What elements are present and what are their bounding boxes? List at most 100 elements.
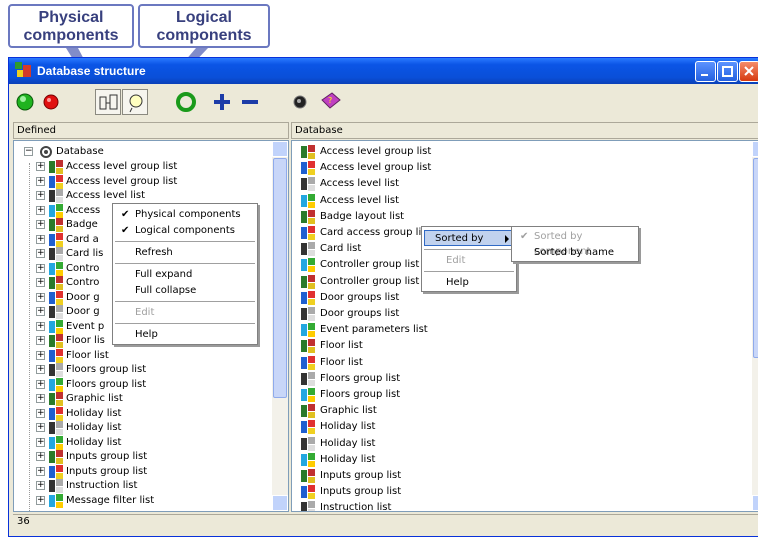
- list-item[interactable]: Door groups list: [292, 306, 752, 322]
- database-list-pane[interactable]: Access level group list Access level grou…: [291, 140, 758, 512]
- list-item[interactable]: Access level group list: [292, 160, 752, 176]
- expand-toggle[interactable]: +: [36, 481, 45, 490]
- list-item[interactable]: Graphic list: [292, 403, 752, 419]
- record-button[interactable]: [287, 89, 313, 115]
- help-book-button[interactable]: ?: [317, 89, 343, 115]
- callout-physical-components: Physical components: [8, 4, 134, 48]
- list-item[interactable]: Floors group list: [292, 371, 752, 387]
- list-item[interactable]: Inputs group list: [292, 468, 752, 484]
- expand-toggle[interactable]: +: [36, 249, 45, 258]
- menu-separator: [115, 301, 255, 302]
- scroll-up-arrow[interactable]: [752, 141, 758, 157]
- left-vertical-scrollbar[interactable]: [272, 141, 288, 511]
- title-bar[interactable]: Database structure: [9, 58, 758, 84]
- tree-item-label: Door g: [66, 306, 100, 317]
- right-pane-header[interactable]: Database: [291, 122, 758, 139]
- menu-separator: [424, 271, 514, 272]
- list-item-label: Badge layout list: [320, 210, 405, 222]
- maximize-button[interactable]: [717, 61, 738, 82]
- expand-toggle[interactable]: +: [36, 162, 45, 171]
- list-item-label: Access level list: [320, 194, 400, 206]
- scroll-thumb[interactable]: [753, 158, 758, 358]
- list-item[interactable]: Badge layout list: [292, 209, 752, 225]
- expand-toggle[interactable]: +: [36, 379, 45, 389]
- expand-toggle[interactable]: +: [36, 234, 45, 244]
- menu-item-sorted-by-name[interactable]: Sorted by name: [514, 245, 636, 261]
- menu-item-logical-components[interactable]: ✔ Logical components: [115, 223, 255, 239]
- list-item[interactable]: Access level group list: [292, 144, 752, 160]
- scroll-down-arrow[interactable]: [272, 495, 288, 511]
- remove-button[interactable]: [237, 89, 263, 115]
- tree-root-database[interactable]: − Database: [14, 144, 272, 160]
- list-item[interactable]: Instruction list: [292, 500, 752, 512]
- list-item[interactable]: Floors group list: [292, 387, 752, 403]
- tree-item-label: Badge: [66, 219, 98, 230]
- expand-toggle[interactable]: +: [36, 263, 45, 273]
- minimize-button[interactable]: [695, 61, 716, 82]
- component-icon: [300, 500, 316, 511]
- expand-toggle[interactable]: +: [36, 423, 45, 432]
- collapse-toggle[interactable]: −: [24, 147, 33, 156]
- expand-toggle[interactable]: +: [36, 365, 45, 374]
- tree-item[interactable]: + Message filter list: [14, 493, 272, 509]
- scroll-down-arrow[interactable]: [752, 495, 758, 511]
- list-item[interactable]: Floor list: [292, 355, 752, 371]
- list-item[interactable]: Inputs group list: [292, 484, 752, 500]
- expand-toggle[interactable]: +: [36, 278, 45, 287]
- expand-toggle[interactable]: +: [36, 394, 45, 403]
- list-item[interactable]: Event parameters list: [292, 322, 752, 338]
- expand-toggle[interactable]: +: [36, 205, 45, 215]
- list-item-label: Access level group list: [320, 162, 432, 174]
- menu-item-sorted-by[interactable]: Sorted by: [424, 230, 514, 246]
- tree-item-label: Message filter list: [66, 494, 155, 506]
- expand-toggle[interactable]: +: [36, 321, 45, 331]
- expand-toggle[interactable]: +: [36, 191, 45, 200]
- expand-toggle[interactable]: +: [36, 292, 45, 302]
- list-item[interactable]: Holiday list: [292, 452, 752, 468]
- expand-toggle[interactable]: +: [36, 495, 45, 505]
- menu-item-full-expand[interactable]: Full expand: [115, 267, 255, 283]
- list-item-label: Floor list: [320, 356, 363, 368]
- right-vertical-scrollbar[interactable]: [752, 141, 758, 511]
- scroll-thumb[interactable]: [273, 158, 287, 398]
- menu-item-label: Physical components: [135, 209, 241, 220]
- list-item[interactable]: Floor list: [292, 338, 752, 354]
- logical-components-button[interactable]: [122, 89, 148, 115]
- green-circle-button[interactable]: [13, 89, 39, 115]
- expand-toggle[interactable]: +: [36, 307, 45, 316]
- expand-toggle[interactable]: +: [36, 408, 45, 418]
- expand-toggle[interactable]: +: [36, 176, 45, 186]
- close-button[interactable]: [739, 61, 758, 82]
- red-circle-button[interactable]: [39, 89, 65, 115]
- menu-item-help[interactable]: Help: [424, 275, 514, 291]
- list-item-label: Instruction list: [320, 502, 392, 512]
- list-item-label: Event parameters list: [320, 324, 428, 336]
- menu-item-refresh[interactable]: Refresh: [115, 245, 255, 261]
- add-button[interactable]: [209, 89, 235, 115]
- tree-item-label: Access: [66, 204, 101, 216]
- list-item[interactable]: Door groups list: [292, 290, 752, 306]
- list-item[interactable]: Access level list: [292, 193, 752, 209]
- menu-item-label: Full collapse: [135, 285, 197, 296]
- expand-toggle[interactable]: +: [36, 220, 45, 229]
- list-item[interactable]: Controller group list: [292, 274, 752, 290]
- list-item[interactable]: Holiday list: [292, 436, 752, 452]
- expand-toggle[interactable]: +: [36, 336, 45, 345]
- tree-item-label: Access level group list: [66, 175, 178, 187]
- expand-toggle[interactable]: +: [36, 452, 45, 461]
- expand-toggle[interactable]: +: [36, 437, 45, 447]
- recycle-button[interactable]: [173, 89, 199, 115]
- tree-item-label: Floor lis: [66, 335, 105, 346]
- scroll-up-arrow[interactable]: [272, 141, 288, 157]
- physical-components-button[interactable]: [95, 89, 121, 115]
- expand-toggle[interactable]: +: [36, 350, 45, 360]
- tree-item-label: Event p: [66, 320, 105, 332]
- menu-item-full-collapse[interactable]: Full collapse: [115, 283, 255, 299]
- list-item[interactable]: Access level list: [292, 176, 752, 192]
- list-item[interactable]: Holiday list: [292, 419, 752, 435]
- left-pane-header[interactable]: Defined: [13, 122, 289, 139]
- expand-toggle[interactable]: +: [36, 466, 45, 476]
- menu-item-physical-components[interactable]: ✔ Physical components: [115, 207, 255, 223]
- menu-item-help[interactable]: Help: [115, 327, 255, 343]
- menu-separator: [115, 241, 255, 242]
